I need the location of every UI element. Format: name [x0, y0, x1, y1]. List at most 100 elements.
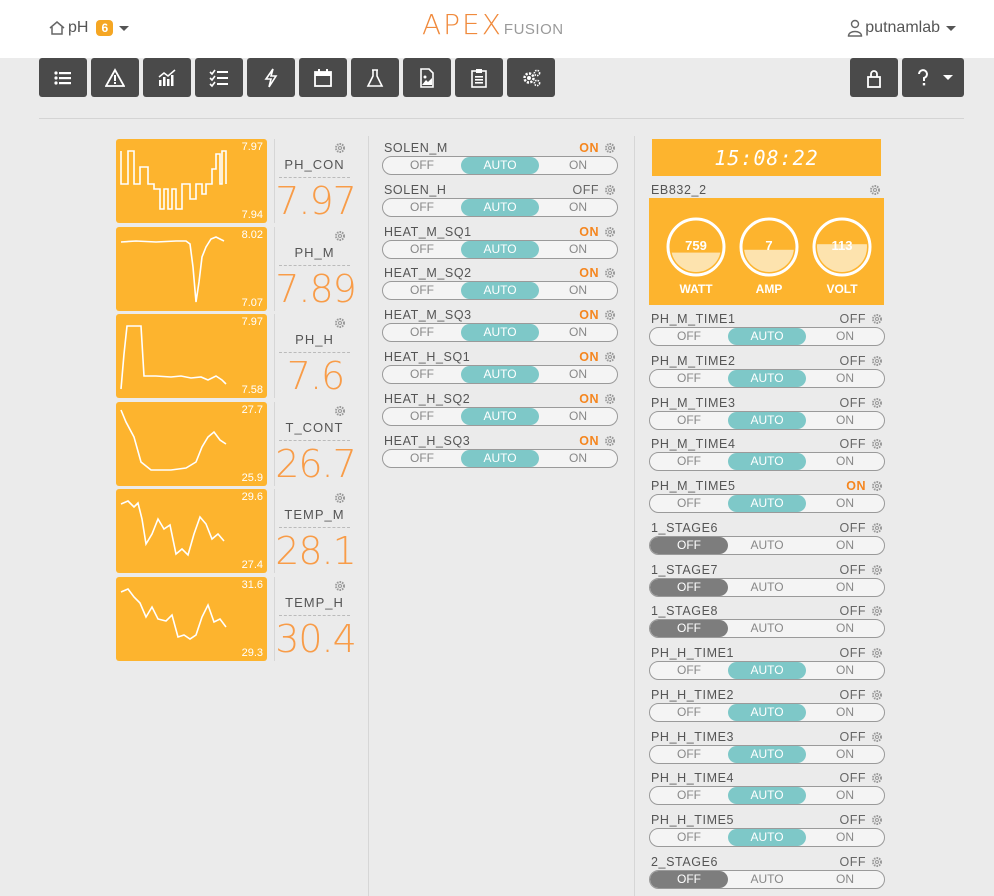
switch-on-option[interactable]: ON — [539, 408, 617, 425]
switch-on-option[interactable]: ON — [806, 579, 884, 596]
outlet-mode-switch[interactable]: OFF AUTO ON — [382, 406, 618, 426]
user-menu[interactable]: putnamlab — [847, 19, 956, 37]
gear-icon[interactable] — [604, 393, 616, 405]
switch-auto-option[interactable]: AUTO — [728, 745, 806, 763]
switch-off-option[interactable]: OFF — [650, 328, 728, 345]
switch-on-option[interactable]: ON — [539, 282, 617, 299]
switch-auto-option[interactable]: AUTO — [728, 662, 806, 679]
gear-icon[interactable] — [869, 184, 881, 196]
outlet-mode-switch[interactable]: OFF AUTO ON — [649, 452, 885, 472]
outlet-mode-switch[interactable]: OFF AUTO ON — [649, 661, 885, 680]
switch-auto-option[interactable]: AUTO — [728, 829, 806, 846]
probe-graph[interactable]: 31.6 29.3 — [116, 577, 267, 661]
gear-icon[interactable] — [871, 522, 883, 534]
gear-icon[interactable] — [871, 564, 883, 576]
gear-icon[interactable] — [604, 267, 616, 279]
switch-on-option[interactable]: ON — [806, 453, 884, 470]
switch-off-option[interactable]: OFF — [650, 746, 728, 763]
probe-graph[interactable]: 7.97 7.94 — [116, 139, 267, 223]
switch-off-option[interactable]: OFF — [383, 366, 461, 383]
gear-icon[interactable] — [871, 480, 883, 492]
graphs-button[interactable] — [143, 58, 191, 97]
gear-icon[interactable] — [871, 605, 883, 617]
apex-fusion-logo[interactable]: APEX FUSION — [422, 8, 564, 41]
gear-icon[interactable] — [604, 351, 616, 363]
switch-on-option[interactable]: ON — [806, 787, 884, 804]
switch-off-option[interactable]: OFF — [650, 370, 728, 387]
switch-on-option[interactable]: ON — [806, 412, 884, 429]
switch-off-option[interactable]: OFF — [650, 495, 728, 512]
outlet-mode-switch[interactable]: OFF AUTO ON — [382, 197, 618, 217]
alert-count-badge[interactable]: 6 — [96, 20, 114, 36]
switch-on-option[interactable]: ON — [806, 537, 884, 554]
switch-on-option[interactable]: ON — [806, 495, 884, 512]
switch-auto-option[interactable]: AUTO — [728, 495, 806, 512]
switch-auto-option[interactable]: AUTO — [728, 537, 806, 554]
switch-auto-option[interactable]: AUTO — [461, 198, 539, 216]
outlet-mode-switch[interactable]: OFF AUTO ON — [649, 535, 885, 555]
switch-off-option[interactable]: OFF — [650, 787, 728, 804]
switch-off-option[interactable]: OFF — [650, 870, 728, 888]
switch-on-option[interactable]: ON — [539, 157, 617, 174]
switch-auto-option[interactable]: AUTO — [728, 703, 806, 721]
outlet-mode-switch[interactable]: OFF AUTO ON — [649, 869, 885, 889]
switch-auto-option[interactable]: AUTO — [461, 240, 539, 258]
switch-auto-option[interactable]: AUTO — [728, 620, 806, 637]
dashboard-button[interactable] — [39, 58, 87, 97]
switch-auto-option[interactable]: AUTO — [728, 579, 806, 596]
gear-icon[interactable] — [871, 772, 883, 784]
switch-off-option[interactable]: OFF — [650, 412, 728, 429]
power-button[interactable] — [247, 58, 295, 97]
probe-graph[interactable]: 27.7 25.9 — [116, 401, 267, 486]
switch-on-option[interactable]: ON — [806, 746, 884, 763]
switch-off-option[interactable]: OFF — [650, 453, 728, 470]
calendar-button[interactable] — [299, 58, 347, 97]
outlet-mode-switch[interactable]: OFF AUTO ON — [382, 323, 618, 343]
switch-auto-option[interactable]: AUTO — [728, 787, 806, 805]
notes-button[interactable] — [455, 58, 503, 97]
gear-icon[interactable] — [334, 317, 346, 329]
switch-off-option[interactable]: OFF — [383, 199, 461, 216]
gear-icon[interactable] — [334, 492, 346, 504]
switch-on-option[interactable]: ON — [806, 704, 884, 721]
switch-auto-option[interactable]: AUTO — [728, 411, 806, 429]
switch-on-option[interactable]: ON — [539, 199, 617, 216]
configuration-button[interactable] — [507, 58, 555, 97]
outlet-mode-switch[interactable]: OFF AUTO ON — [649, 744, 885, 764]
site-selector[interactable]: pH 6 — [48, 19, 130, 37]
gear-icon[interactable] — [871, 689, 883, 701]
outlet-mode-switch[interactable]: OFF AUTO ON — [649, 786, 885, 806]
outlet-mode-switch[interactable]: OFF AUTO ON — [649, 577, 885, 597]
tasks-button[interactable] — [195, 58, 243, 97]
switch-auto-option[interactable]: AUTO — [461, 366, 539, 383]
switch-on-option[interactable]: ON — [539, 366, 617, 383]
outlet-mode-switch[interactable]: OFF AUTO ON — [382, 156, 618, 175]
switch-on-option[interactable]: ON — [806, 871, 884, 888]
outlet-mode-switch[interactable]: OFF AUTO ON — [649, 327, 885, 346]
help-menu-button[interactable] — [902, 58, 964, 97]
gear-icon[interactable] — [871, 731, 883, 743]
switch-on-option[interactable]: ON — [806, 620, 884, 637]
switch-on-option[interactable]: ON — [806, 370, 884, 387]
switch-auto-option[interactable]: AUTO — [461, 157, 539, 174]
gear-icon[interactable] — [871, 355, 883, 367]
switch-off-option[interactable]: OFF — [383, 157, 461, 174]
measurements-button[interactable] — [351, 58, 399, 97]
switch-off-option[interactable]: OFF — [383, 282, 461, 299]
probe-graph[interactable]: 8.02 7.07 — [116, 226, 267, 311]
switch-off-option[interactable]: OFF — [383, 324, 461, 341]
switch-on-option[interactable]: ON — [539, 450, 617, 467]
probe-graph[interactable]: 29.6 27.4 — [116, 489, 267, 574]
gear-icon[interactable] — [604, 142, 616, 154]
outlet-mode-switch[interactable]: OFF AUTO ON — [649, 368, 885, 388]
switch-off-option[interactable]: OFF — [650, 662, 728, 679]
switch-off-option[interactable]: OFF — [650, 704, 728, 721]
switch-off-option[interactable]: OFF — [650, 829, 728, 846]
switch-auto-option[interactable]: AUTO — [461, 282, 539, 300]
outlet-mode-switch[interactable]: OFF AUTO ON — [382, 281, 618, 301]
gear-icon[interactable] — [604, 184, 616, 196]
switch-auto-option[interactable]: AUTO — [461, 407, 539, 425]
switch-on-option[interactable]: ON — [539, 324, 617, 341]
gear-icon[interactable] — [871, 814, 883, 826]
outlet-mode-switch[interactable]: OFF AUTO ON — [649, 702, 885, 722]
